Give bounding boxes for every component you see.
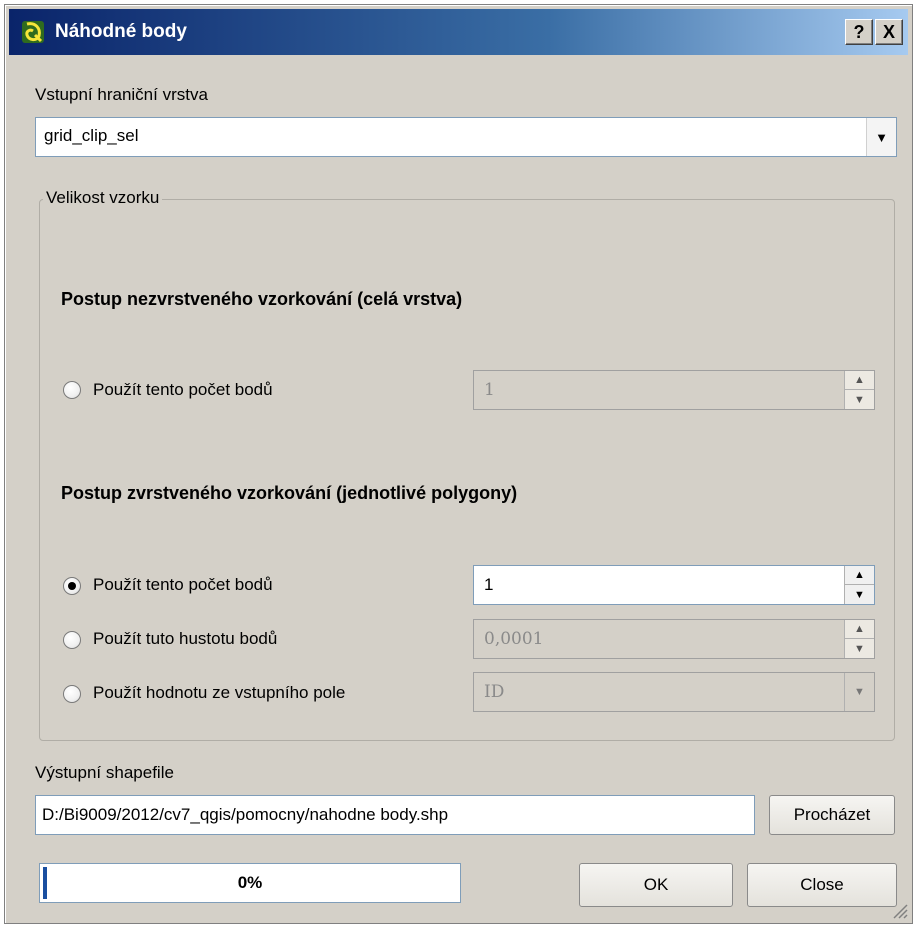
ok-button[interactable]: OK (579, 863, 733, 907)
output-shapefile-label: Výstupní shapefile (35, 763, 174, 782)
stratified-field-combo[interactable]: ID ▼ (473, 672, 875, 712)
stratified-heading: Postup zvrstveného vzorkování (jednotliv… (61, 483, 518, 503)
close-button[interactable]: Close (747, 863, 897, 907)
browse-button[interactable]: Procházet (769, 795, 895, 835)
output-path-field[interactable]: D:/Bi9009/2012/cv7_qgis/pomocny/nahodne … (35, 795, 755, 835)
input-layer-value: grid_clip_sel (44, 126, 139, 145)
stratified-density-value: 0,0001 (484, 629, 544, 649)
unstratified-count-spinbox[interactable]: 1 ▲ ▼ (473, 370, 875, 410)
unstratified-heading: Postup nezvrstveného vzorkování (celá vr… (61, 289, 463, 309)
random-points-dialog: Náhodné body ? X Vstupní hraniční vrstva… (4, 4, 913, 924)
input-layer-combo[interactable]: grid_clip_sel ▼ (35, 117, 897, 157)
qgis-icon (22, 21, 44, 43)
stratified-density-label: Použít tuto hustotu bodů (93, 629, 278, 648)
spin-down-icon[interactable]: ▼ (845, 390, 874, 409)
progress-label: 0% (237, 873, 263, 892)
stratified-count-value: 1 (484, 575, 494, 594)
chevron-down-icon[interactable]: ▼ (854, 686, 865, 698)
chevron-down-icon[interactable]: ▼ (866, 118, 896, 156)
stratified-density-radio[interactable] (63, 631, 81, 649)
stratified-field-radio[interactable] (63, 685, 81, 703)
close-window-button[interactable]: X (875, 19, 903, 45)
unstratified-count-radio[interactable] (63, 381, 81, 399)
spin-down-icon[interactable]: ▼ (845, 585, 874, 604)
sample-size-group (39, 199, 895, 741)
spin-down-icon[interactable]: ▼ (845, 639, 874, 658)
sample-size-group-title: Velikost vzorku (43, 188, 163, 208)
progress-bar: 0% (39, 863, 461, 903)
stratified-count-label: Použít tento počet bodů (93, 575, 273, 594)
title-bar[interactable]: Náhodné body ? X (9, 9, 908, 55)
spin-up-icon[interactable]: ▲ (845, 620, 874, 639)
help-button[interactable]: ? (845, 19, 873, 45)
unstratified-count-label: Použít tento počet bodů (93, 380, 273, 399)
output-path-value: D:/Bi9009/2012/cv7_qgis/pomocny/nahodne … (42, 805, 449, 824)
window-title: Náhodné body (55, 21, 187, 42)
resize-grip-icon[interactable] (890, 901, 908, 919)
stratified-field-value: ID (484, 682, 505, 702)
spin-up-icon[interactable]: ▲ (845, 371, 874, 390)
spin-up-icon[interactable]: ▲ (845, 566, 874, 585)
stratified-count-radio[interactable] (63, 577, 81, 595)
input-layer-label: Vstupní hraniční vrstva (35, 85, 208, 104)
unstratified-count-value: 1 (484, 380, 495, 400)
stratified-field-label: Použít hodnotu ze vstupního pole (93, 683, 346, 702)
stratified-density-spinbox[interactable]: 0,0001 ▲ ▼ (473, 619, 875, 659)
stratified-count-spinbox[interactable]: 1 ▲ ▼ (473, 565, 875, 605)
